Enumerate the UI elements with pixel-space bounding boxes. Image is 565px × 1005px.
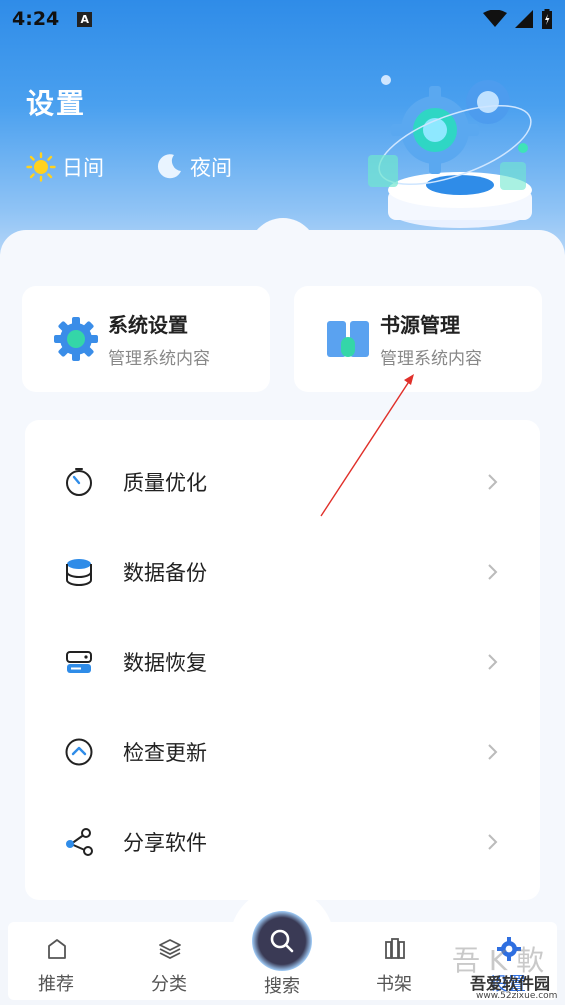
day-mode-toggle[interactable]: 日间 [26, 152, 104, 182]
chevron-right-icon [488, 654, 498, 670]
menu-item-label: 数据备份 [123, 561, 207, 585]
chevron-right-icon [488, 834, 498, 850]
status-bar: 4:24 A [0, 0, 565, 38]
update-icon [63, 736, 95, 768]
menu-item-backup[interactable]: 数据备份 [25, 527, 540, 617]
book-source-card[interactable]: 书源管理 管理系统内容 [294, 286, 542, 392]
tab-recommend[interactable]: 推荐 [16, 922, 96, 1000]
chevron-right-icon [488, 474, 498, 490]
tab-label: 分类 [151, 974, 187, 995]
tab-category[interactable]: 分类 [129, 922, 209, 1000]
watermark-url: www.52zixue.com [476, 991, 558, 1001]
menu-item-share[interactable]: 分享软件 [25, 797, 540, 887]
timer-icon [63, 466, 95, 498]
day-mode-label: 日间 [62, 156, 104, 180]
chevron-right-icon [488, 744, 498, 760]
tab-label: 书架 [376, 974, 412, 995]
night-mode-label: 夜间 [190, 156, 232, 180]
card-subtitle: 管理系统内容 [108, 349, 210, 369]
status-icons [483, 9, 553, 29]
tab-label: 搜索 [264, 976, 300, 997]
battery-icon [542, 9, 552, 29]
notification-icon: A [77, 11, 93, 27]
tab-label: 推荐 [38, 974, 74, 995]
moon-icon [157, 154, 181, 179]
wifi-icon [483, 10, 507, 27]
watermark: 吾 K 軟 吾爱软件园 www.52zixue.com [446, 944, 562, 1002]
book-source-text: 书源管理 管理系统内容 [380, 309, 482, 369]
book-icon [324, 315, 372, 363]
settings-illustration [368, 75, 532, 228]
gear-icon [52, 315, 100, 363]
share-icon [63, 826, 95, 858]
menu-item-restore[interactable]: 数据恢复 [25, 617, 540, 707]
system-settings-card[interactable]: 系统设置 管理系统内容 [22, 286, 270, 392]
sun-icon [26, 152, 56, 182]
menu-item-update[interactable]: 检查更新 [25, 707, 540, 797]
card-title: 系统设置 [108, 313, 188, 337]
night-mode-toggle[interactable]: 夜间 [154, 152, 232, 182]
menu-item-label: 检查更新 [123, 741, 207, 765]
home-icon [48, 939, 66, 959]
card-title: 书源管理 [380, 313, 460, 337]
search-icon [270, 929, 294, 953]
system-settings-text: 系统设置 管理系统内容 [108, 309, 210, 369]
tab-bookshelf[interactable]: 书架 [354, 922, 434, 1000]
layers-icon [159, 939, 181, 960]
database-icon [63, 556, 95, 588]
tab-search[interactable] [252, 911, 312, 971]
bookshelf-icon [385, 938, 405, 959]
status-time: 4:24 [12, 8, 60, 30]
server-icon [63, 646, 95, 678]
chevron-right-icon [488, 564, 498, 580]
settings-menu-list: 质量优化 数据备份 数据恢复 检查更新 分享软件 [25, 420, 540, 900]
menu-item-quality[interactable]: 质量优化 [25, 437, 540, 527]
menu-item-label: 数据恢复 [123, 651, 207, 675]
menu-item-label: 质量优化 [123, 471, 207, 495]
signal-icon [515, 10, 533, 28]
page-title: 设置 [26, 87, 87, 120]
card-subtitle: 管理系统内容 [380, 349, 482, 369]
menu-item-label: 分享软件 [123, 831, 207, 855]
